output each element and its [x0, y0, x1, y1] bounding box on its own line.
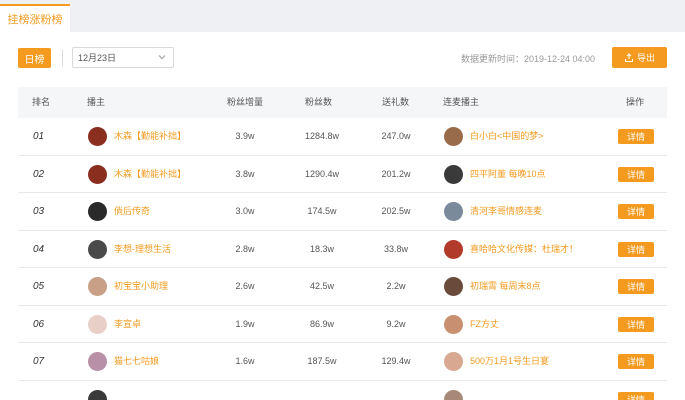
gifts-value: 247.0w: [381, 131, 411, 141]
update-time: 数据更新时间：2019-12-24 04:00: [460, 54, 595, 64]
fan-gain-value: 3.9w: [235, 131, 255, 141]
host-avatar[interactable]: [88, 277, 107, 296]
mic-host-avatar[interactable]: [444, 277, 463, 296]
rank-number: 03: [33, 206, 45, 217]
host-avatar[interactable]: [88, 164, 107, 184]
detail-button[interactable]: 详情: [618, 316, 654, 332]
fans-value: 1284.8w: [304, 131, 340, 141]
date-value: 12月23日: [78, 53, 117, 63]
host-avatar[interactable]: [88, 127, 107, 146]
rank-number: 06: [33, 318, 45, 330]
fan-gain-value: 1.6w: [235, 356, 255, 366]
table-row: 05 初宝宝小助理 2.6w 42.5w 2.2w 初瑞霄 每周末8点 详情: [18, 268, 667, 306]
mic-host-avatar[interactable]: [444, 352, 463, 371]
host-name[interactable]: 初宝宝小助理: [114, 268, 168, 305]
mic-host-avatar[interactable]: [444, 202, 463, 221]
header-rank: 排名: [32, 97, 51, 107]
rank-number: 02: [33, 168, 45, 180]
detail-button[interactable]: 详情: [618, 354, 654, 369]
mic-host-name[interactable]: 喜哈哈文化传媒：杜瑞才！: [470, 231, 578, 268]
mic-host-avatar[interactable]: [444, 314, 463, 334]
detail-button[interactable]: 详情: [618, 129, 654, 144]
host-name[interactable]: 李想-理想生活: [114, 231, 171, 268]
mic-host-avatar[interactable]: [444, 164, 463, 184]
table-row: 01 木森【勤能补拙】 3.9w 1284.8w 247.0w 白小白<中国的梦> 详情: [18, 118, 667, 156]
table-header: 排名 播主 粉丝增量 粉丝数 送礼数 连麦播主 操作: [18, 87, 667, 118]
fans-value: 86.9w: [309, 318, 335, 329]
tab-bar: 挂榜涨粉榜: [0, 0, 685, 32]
date-select[interactable]: 12月23日: [72, 47, 174, 68]
fans-value: 1290.4w: [304, 168, 340, 179]
host-name[interactable]: 李宣卓: [114, 306, 141, 343]
rank-number: 05: [33, 281, 45, 292]
table-row: 02 木森【勤能补拙】 3.8w 1290.4w 201.2w 四平阿董 每晚10点 详情: [18, 156, 667, 193]
fan-gain-value: 3.0w: [235, 206, 255, 216]
detail-button[interactable]: 详情: [618, 166, 654, 182]
fan-gain-value: 2.8w: [235, 243, 255, 254]
header-host: 播主: [87, 97, 106, 107]
ranking-table: 排名 播主 粉丝增量 粉丝数 送礼数 连麦播主 操作 01 木森【勤能补拙】 3.9…: [18, 87, 667, 400]
host-name[interactable]: 木森【勤能补拙】: [114, 118, 186, 155]
table-body: 01 木森【勤能补拙】 3.9w 1284.8w 247.0w 白小白<中国的梦> 详情 02…: [18, 118, 667, 400]
table-row: 03 倘后传奇 3.0w 174.5w 202.5w 清河李哥情感连麦 详情: [18, 193, 667, 231]
gifts-value: 201.2w: [381, 168, 411, 179]
mic-host-name[interactable]: 白小白<中国的梦>: [470, 118, 544, 155]
mic-host-name[interactable]: 初瑞霄 每周末8点: [470, 268, 541, 305]
mic-host-avatar[interactable]: [444, 239, 463, 259]
fan-gain-value: 3.8w: [235, 168, 255, 179]
table-row: 07 猫七七咕娘 1.6w 187.5w 129.4w 500万1月1号生日宴 详情: [18, 343, 667, 381]
mic-host-name[interactable]: FZ方丈: [470, 306, 499, 343]
export-button[interactable]: 导出: [612, 47, 667, 68]
gifts-value: 33.8w: [383, 243, 409, 254]
mic-host-name[interactable]: 四平阿董 每晚10点: [470, 156, 546, 193]
detail-button[interactable]: 详情: [618, 241, 654, 257]
gifts-value: 202.5w: [381, 206, 411, 216]
table-row: 06 李宣卓 1.9w 86.9w 9.2w FZ方丈 详情: [18, 306, 667, 343]
export-label: 导出: [636, 53, 655, 63]
rank-number: 01: [33, 131, 45, 142]
header-fan-gain: 粉丝增量: [227, 97, 264, 107]
detail-button[interactable]: 详情: [618, 279, 654, 294]
host-name[interactable]: 倘后传奇: [114, 193, 150, 230]
fans-value: 174.5w: [307, 206, 337, 216]
gifts-value: 9.2w: [386, 318, 406, 329]
table-row: 04 李想-理想生活 2.8w 18.3w 33.8w 喜哈哈文化传媒：杜瑞才！ 详情: [18, 231, 667, 268]
host-avatar[interactable]: [88, 352, 107, 371]
rank-number: 07: [33, 356, 45, 367]
mic-host-avatar[interactable]: [444, 127, 463, 146]
mic-host-name[interactable]: 清河李哥情感连麦: [470, 193, 542, 230]
fans-value: 187.5w: [307, 356, 337, 366]
gifts-value: 129.4w: [381, 356, 411, 366]
host-name[interactable]: 木森【勤能补拙】: [114, 156, 186, 193]
host-avatar[interactable]: [88, 314, 107, 334]
export-icon: [624, 52, 633, 62]
tab-fan-gain-rank[interactable]: 挂榜涨粉榜: [0, 4, 70, 32]
fan-gain-value: 1.9w: [235, 318, 255, 329]
mic-host-name[interactable]: 500万1月1号生日宴: [470, 343, 549, 380]
header-gifts: 送礼数: [382, 97, 410, 107]
toolbar: 日榜 12月23日 数据更新时间：2019-12-24 04:00 导出: [18, 46, 667, 70]
header-action: 操作: [626, 97, 645, 107]
detail-button[interactable]: 详情: [618, 204, 654, 219]
mic-host-avatar[interactable]: [444, 389, 463, 400]
gifts-value: 2.2w: [386, 281, 406, 291]
host-avatar[interactable]: [88, 389, 107, 400]
fans-value: 18.3w: [309, 243, 335, 254]
divider: [62, 50, 63, 66]
header-fans: 粉丝数: [305, 97, 333, 107]
header-mic-host: 连麦播主: [443, 97, 480, 107]
fans-value: 42.5w: [309, 281, 335, 291]
host-avatar[interactable]: [88, 202, 107, 221]
host-name[interactable]: 猫七七咕娘: [114, 343, 159, 380]
host-avatar[interactable]: [88, 239, 107, 259]
main-panel: 日榜 12月23日 数据更新时间：2019-12-24 04:00 导出 排名 …: [0, 32, 685, 400]
daily-rank-button[interactable]: 日榜: [18, 48, 51, 68]
rank-number: 04: [33, 243, 45, 255]
detail-button[interactable]: 详情: [618, 391, 654, 400]
chevron-down-icon: [158, 55, 166, 60]
table-row: 详情: [18, 381, 667, 400]
fan-gain-value: 2.6w: [235, 281, 255, 291]
